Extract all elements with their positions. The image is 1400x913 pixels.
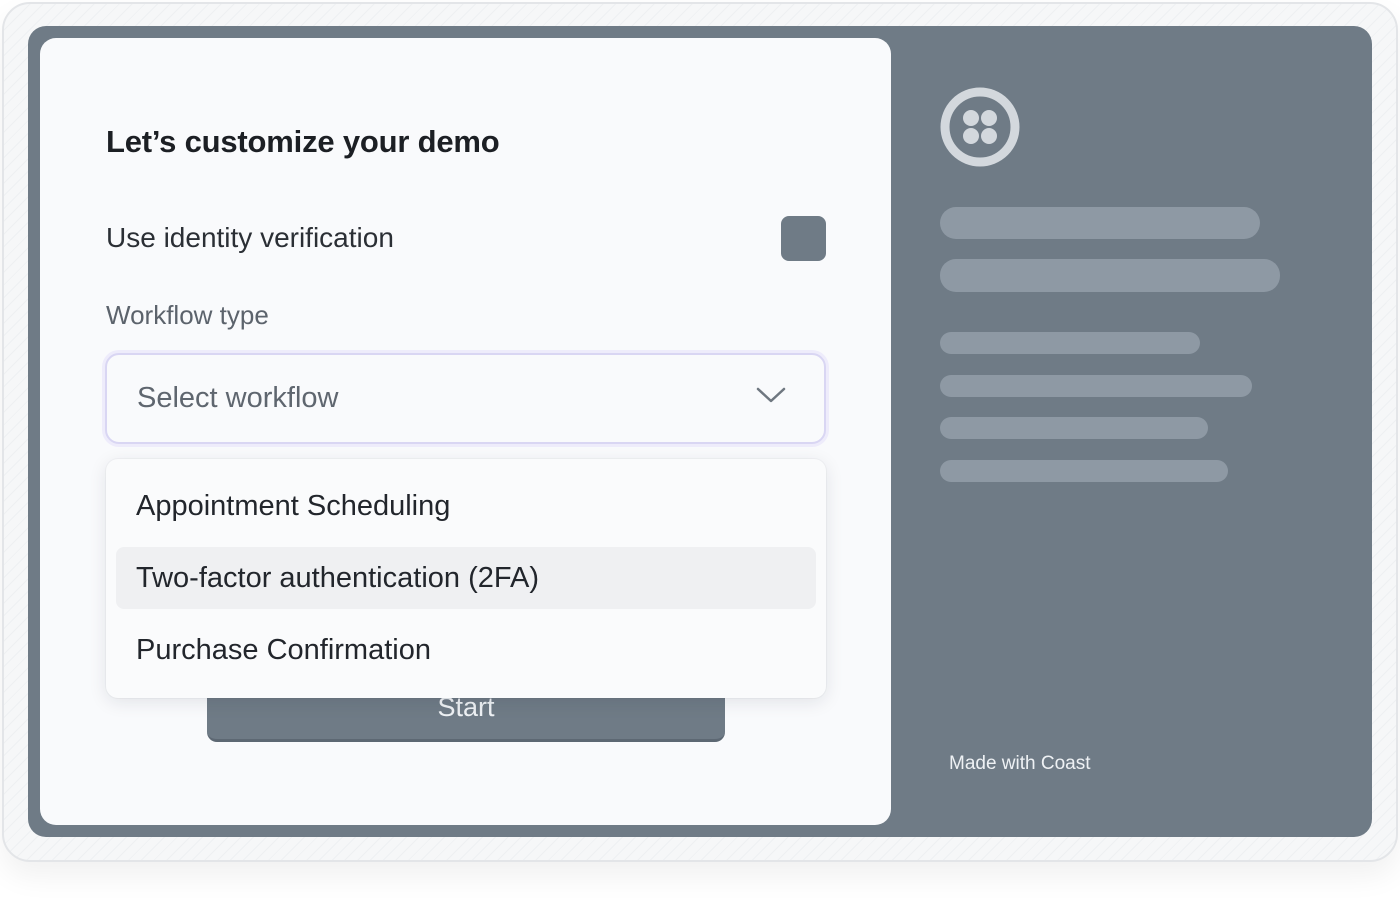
menu-item-label: Purchase Confirmation [136,634,431,666]
menu-item-label: Appointment Scheduling [136,490,451,522]
skeleton-line [940,207,1260,239]
skeleton-line [940,375,1252,397]
skeleton-line [940,332,1200,354]
identity-verification-label: Use identity verification [106,222,394,253]
page-title: Let’s customize your demo [106,124,500,159]
workflow-select[interactable]: Select workflow [105,353,826,444]
made-with-coast-link[interactable]: Made with Coast [949,753,1091,775]
workflow-dropdown-menu: Appointment Scheduling Two-factor authen… [106,459,826,698]
identity-verification-toggle[interactable] [781,216,826,261]
menu-item-label: Two-factor authentication (2FA) [136,562,539,594]
menu-item-appointment-scheduling[interactable]: Appointment Scheduling [116,475,816,537]
skeleton-line [940,259,1280,292]
twilio-logo-icon [940,87,1020,167]
menu-item-purchase-confirmation[interactable]: Purchase Confirmation [116,619,816,681]
workflow-type-label: Workflow type [106,300,269,330]
skeleton-line [940,460,1228,482]
skeleton-line [940,417,1208,439]
menu-item-two-factor-authentication[interactable]: Two-factor authentication (2FA) [116,547,816,609]
workflow-select-placeholder: Select workflow [137,382,339,414]
chevron-down-icon [756,387,786,403]
